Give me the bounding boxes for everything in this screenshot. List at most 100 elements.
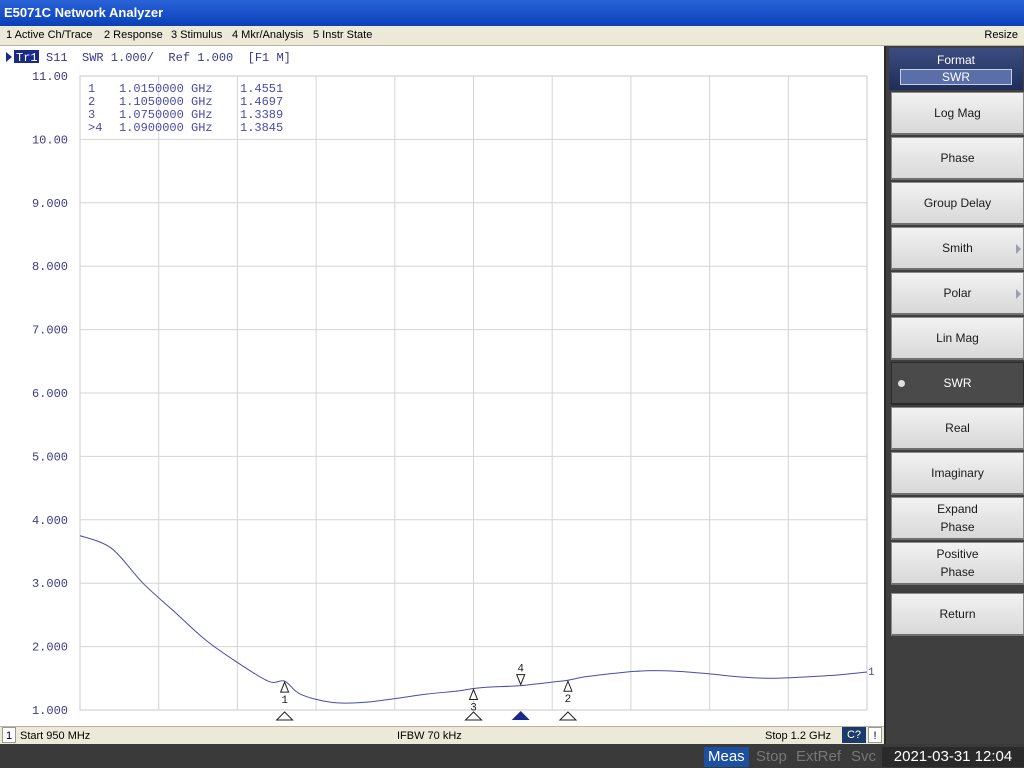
marker-pointer-icon — [563, 679, 573, 692]
marker-table-value: 1.4697 — [240, 95, 283, 109]
menu-instr-state[interactable]: 5 Instr State — [313, 26, 372, 45]
active-trace-icon — [6, 52, 12, 62]
hardkey-menubar: 1 Active Ch/Trace 2 Response 3 Stimulus … — [0, 26, 1024, 46]
y-tick-label: 8.000 — [32, 260, 68, 274]
marker-table: 1 1.0150000 GHz 1.4551 2 1.1050000 GHz 1.469… — [88, 82, 283, 135]
trace-tag[interactable]: Tr1 — [16, 51, 38, 65]
softkey-phase[interactable]: Phase — [891, 137, 1024, 180]
softkey-label: Imaginary — [931, 466, 984, 480]
softkey-expand-phase[interactable]: Expand Phase — [891, 497, 1024, 540]
y-tick-label: 7.000 — [32, 324, 68, 338]
softkey-label: Positive Phase — [936, 547, 979, 579]
menu-response[interactable]: 2 Response — [104, 26, 163, 45]
submenu-arrow-icon — [1016, 244, 1021, 254]
menu-title-label: Format — [936, 53, 975, 67]
softkey-swr[interactable]: SWR — [891, 362, 1024, 405]
marker-table-value: 1.4551 — [240, 82, 283, 96]
network-analyzer-window: E5071C Network Analyzer 1 Active Ch/Trac… — [0, 0, 1024, 768]
marker-1[interactable]: 1 — [275, 680, 294, 721]
instrument-status-bar: Meas Stop ExtRef Svc 2021-03-31 12:04 — [0, 744, 1024, 768]
trace-end-label: 1 — [868, 667, 875, 679]
softkey-return[interactable]: Return — [891, 593, 1024, 636]
warning-indicator[interactable]: ! — [868, 727, 882, 743]
softkey-log-mag[interactable]: Log Mag — [891, 92, 1024, 135]
current-format: SWR — [900, 69, 1012, 85]
window-title: E5071C Network Analyzer — [0, 0, 1024, 26]
marker-pointer-icon — [515, 674, 526, 686]
softkey-label: Expand Phase — [937, 502, 978, 534]
marker-table-frequency: 1.0150000 GHz — [119, 82, 213, 96]
softkey-label: Lin Mag — [936, 331, 979, 345]
marker-label: 1 — [281, 695, 288, 707]
y-tick-label: 11.00 — [32, 70, 68, 84]
resize-button[interactable]: Resize — [984, 26, 1018, 45]
y-tick-label: 9.000 — [32, 197, 68, 211]
marker-table-id: 1 — [88, 82, 95, 96]
start-frequency[interactable]: Start 950 MHz — [20, 728, 90, 744]
softkey-label: Smith — [942, 241, 973, 255]
softkey-positive-phase[interactable]: Positive Phase — [891, 542, 1024, 585]
markers: 1 2 3 4 — [275, 664, 578, 721]
marker-pointer-icon — [279, 680, 290, 693]
y-tick-label: 2.000 — [32, 641, 68, 655]
marker-table-frequency: 1.0900000 GHz — [119, 121, 213, 135]
softkey-label: Return — [939, 607, 976, 621]
y-tick-label: 1.000 — [32, 704, 68, 718]
ifbw[interactable]: IFBW 70 kHz — [397, 728, 462, 744]
menu-active-ch-trace[interactable]: 1 Active Ch/Trace — [6, 26, 92, 45]
channel-status-bar: 1 Start 950 MHz IFBW 70 kHz Stop 1.2 GHz… — [0, 726, 884, 744]
calibration-status[interactable]: C? — [842, 727, 866, 743]
y-tick-label: 4.000 — [32, 514, 68, 528]
meas-indicator[interactable]: Meas — [704, 747, 749, 767]
clock: 2021-03-31 12:04 — [882, 747, 1024, 767]
softkey-label: Real — [945, 421, 970, 435]
trace-plot-area[interactable]: 11.00 10.00 9.000 8.000 7.000 6.000 5.000 4.000… — [0, 46, 884, 726]
submenu-arrow-icon — [1016, 289, 1021, 299]
marker-3[interactable]: 3 — [464, 688, 483, 721]
softkey-smith[interactable]: Smith — [891, 227, 1024, 270]
plot-grid — [79, 75, 868, 711]
menu-stimulus[interactable]: 3 Stimulus — [171, 26, 222, 45]
extref-indicator: ExtRef — [796, 748, 842, 765]
softkey-menu-title: Format SWR — [889, 48, 1023, 90]
softkey-panel: Format SWR Log Mag Phase Group Delay Smith P… — [884, 46, 1024, 744]
stop-indicator: Stop — [756, 748, 787, 765]
selected-bullet-icon — [898, 380, 905, 387]
y-tick-label: 5.000 — [32, 450, 68, 464]
swr-chart: 11.00 10.00 9.000 8.000 7.000 6.000 5.000 4.000… — [6, 50, 875, 721]
softkey-label: Group Delay — [923, 196, 992, 210]
marker-axis-icon[interactable] — [464, 711, 483, 721]
channel-number[interactable]: 1 — [2, 727, 16, 743]
softkey-polar[interactable]: Polar — [891, 272, 1024, 315]
marker-axis-icon[interactable] — [275, 711, 294, 721]
softkey-real[interactable]: Real — [891, 407, 1024, 450]
y-tick-label: 3.000 — [32, 577, 68, 591]
softkey-imaginary[interactable]: Imaginary — [891, 452, 1024, 495]
y-tick-labels: 11.00 10.00 9.000 8.000 7.000 6.000 5.000 4.000… — [32, 70, 68, 718]
softkey-group-delay[interactable]: Group Delay — [891, 182, 1024, 225]
marker-table-value: 1.3845 — [240, 121, 283, 135]
y-tick-label: 6.000 — [32, 387, 68, 401]
marker-table-id: 3 — [88, 108, 95, 122]
marker-label: 4 — [517, 664, 524, 676]
marker-table-value: 1.3389 — [240, 108, 283, 122]
marker-2[interactable]: 2 — [558, 679, 578, 721]
marker-axis-icon[interactable] — [558, 711, 578, 721]
softkey-label: Phase — [940, 151, 975, 165]
softkey-label: Log Mag — [934, 106, 981, 120]
active-marker-axis-icon[interactable] — [511, 711, 530, 720]
marker-table-frequency: 1.1050000 GHz — [119, 95, 213, 109]
marker-label: 2 — [565, 694, 572, 706]
menu-mkr-analysis[interactable]: 4 Mkr/Analysis — [232, 26, 304, 45]
marker-pointer-icon — [468, 688, 479, 701]
marker-4[interactable]: 4 — [511, 664, 530, 720]
softkey-label: SWR — [943, 376, 972, 390]
marker-table-id: >4 — [88, 121, 102, 135]
y-tick-label: 10.00 — [32, 133, 68, 147]
softkey-label: Polar — [943, 286, 972, 300]
svc-indicator: Svc — [851, 748, 877, 765]
marker-table-id: 2 — [88, 95, 95, 109]
softkey-lin-mag[interactable]: Lin Mag — [891, 317, 1024, 360]
trace-info: S11 SWR 1.000/ Ref 1.000 [F1 M] — [46, 51, 291, 65]
stop-frequency[interactable]: Stop 1.2 GHz — [765, 728, 831, 744]
